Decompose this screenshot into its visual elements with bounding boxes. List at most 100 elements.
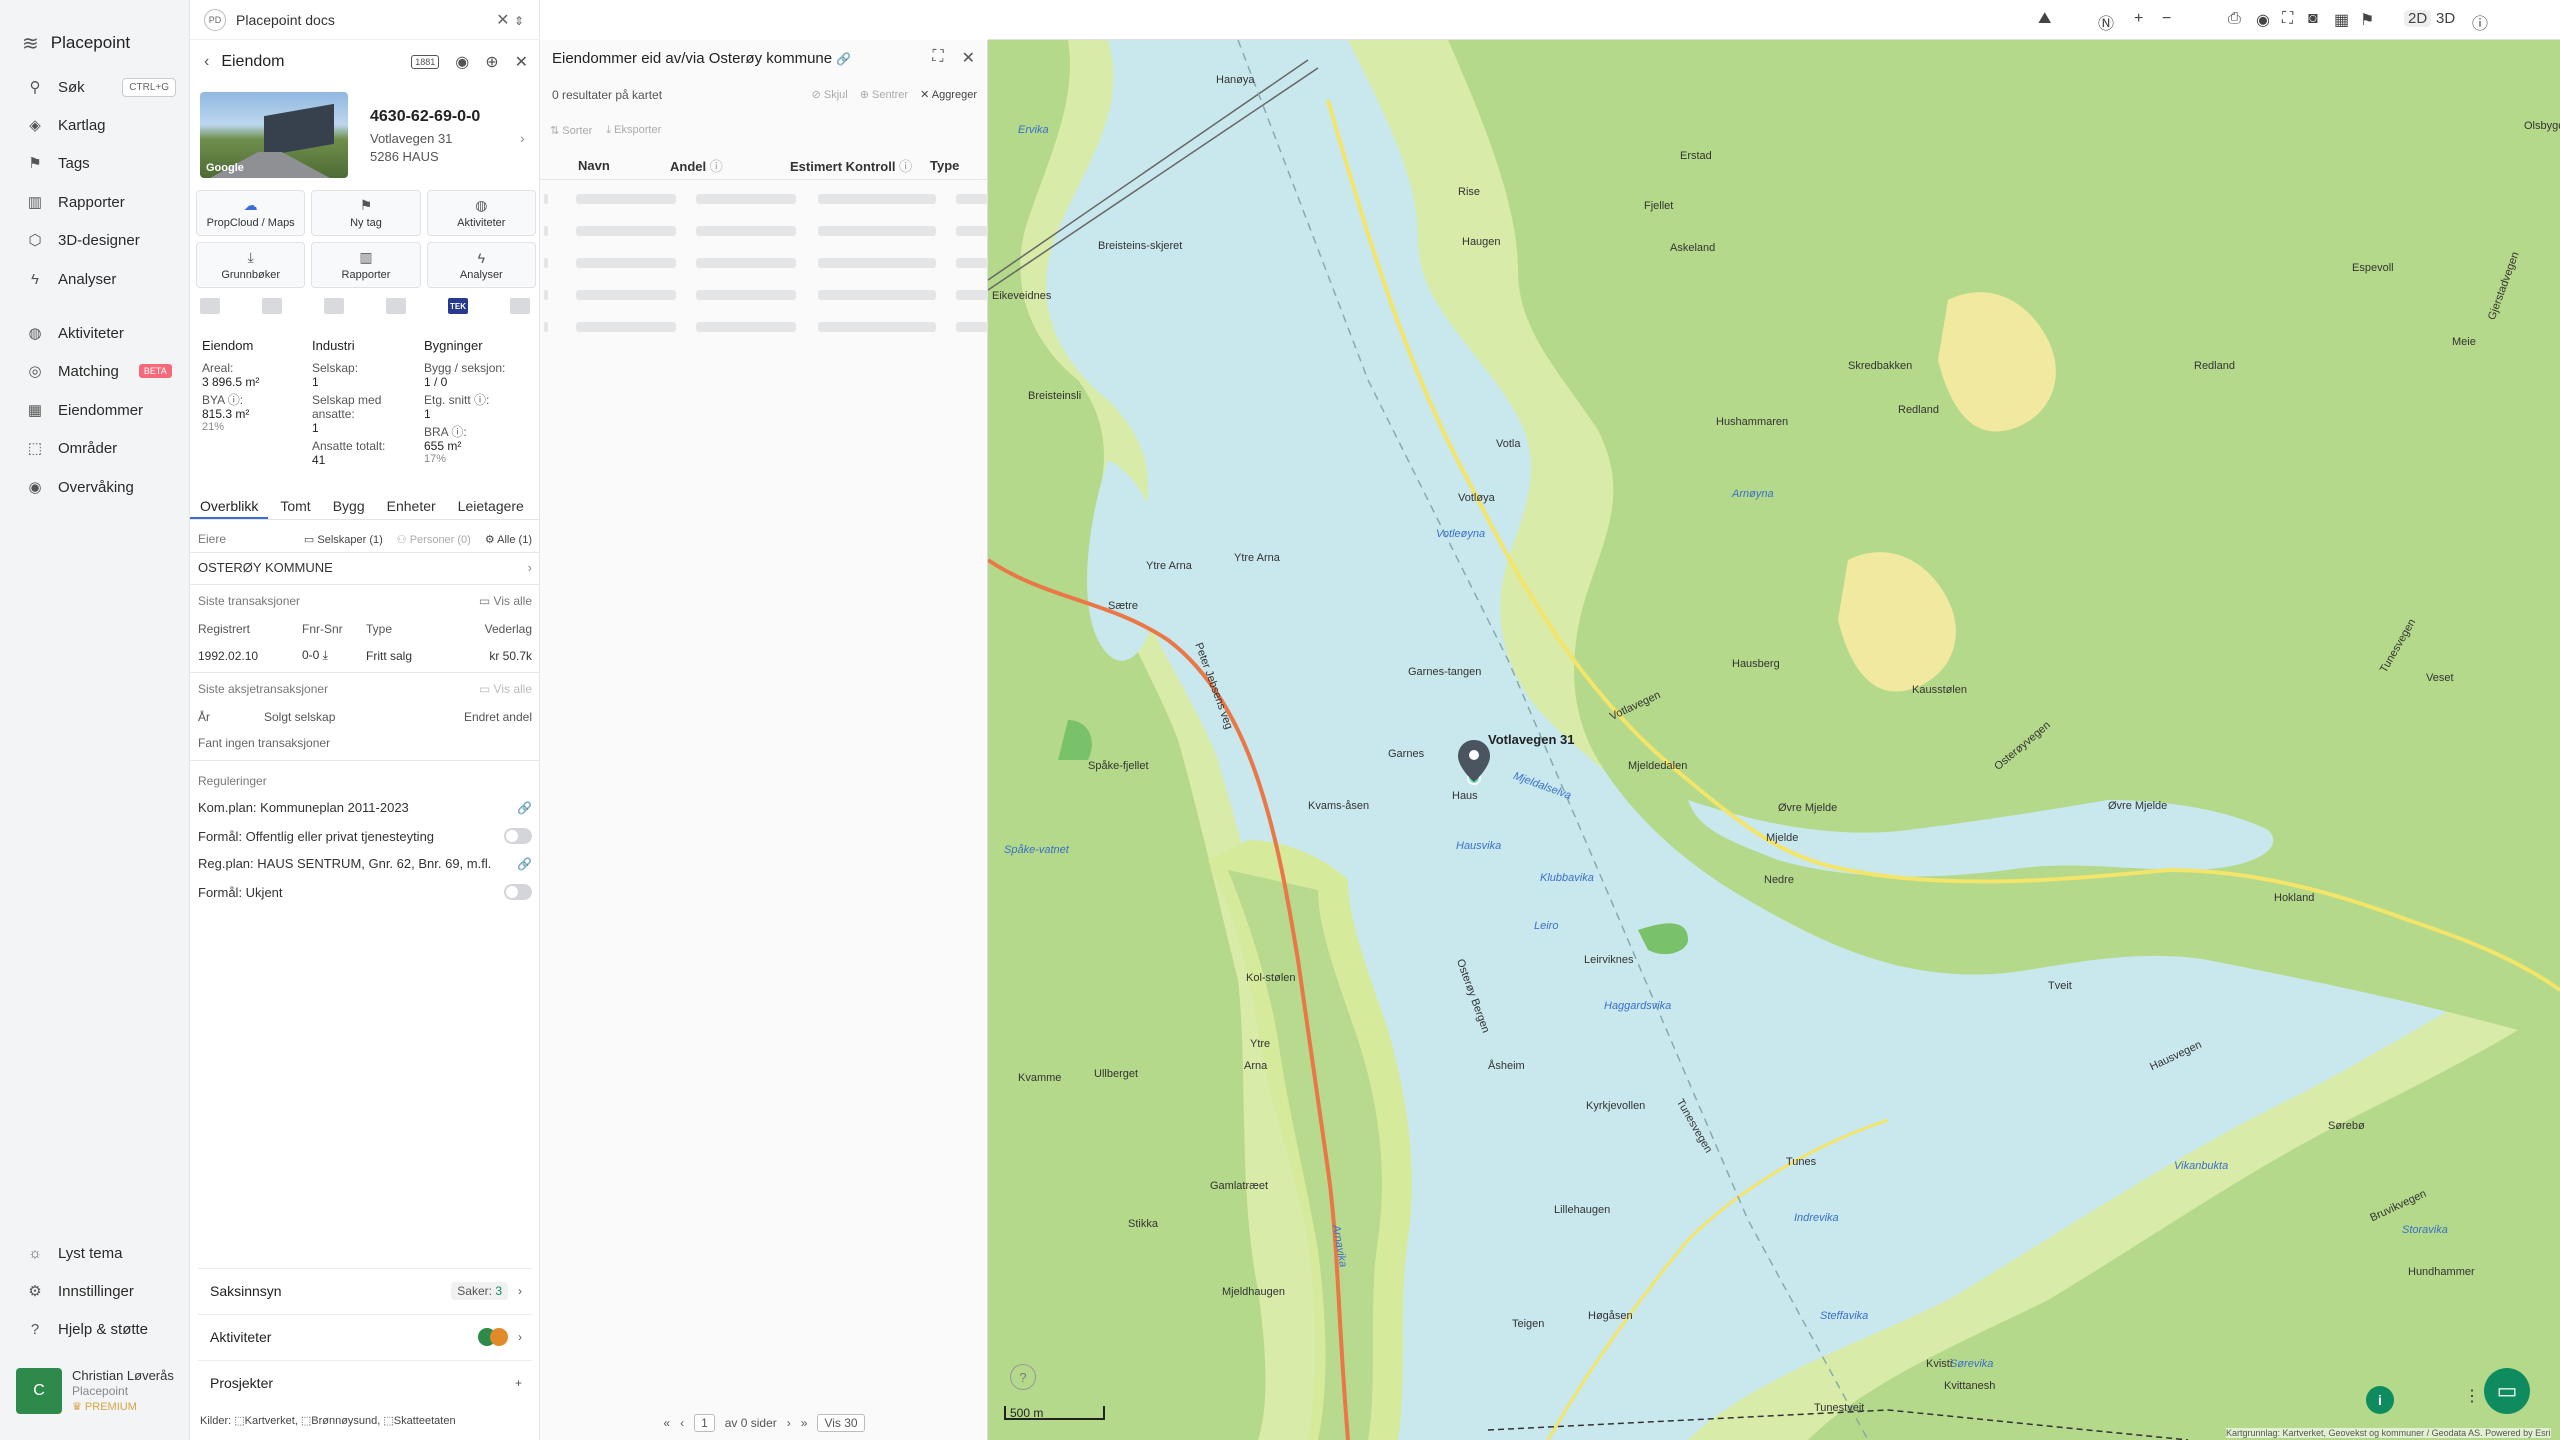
brand[interactable]: ≋ Placepoint [0, 0, 189, 64]
grid-icon[interactable]: ▦ [2334, 10, 2349, 30]
back-icon[interactable]: ‹ [204, 53, 209, 71]
nav-item-overvaking[interactable]: ◉ Overvåking [0, 468, 190, 506]
fullscreen-icon[interactable]: ⛶ [2282, 10, 2293, 28]
source-icon-2[interactable] [262, 298, 282, 314]
link-icon[interactable]: 🔗 [836, 52, 851, 66]
compass-icon[interactable]: Ⓝ [2098, 10, 2114, 34]
print-icon[interactable]: ⎙ [2228, 10, 2241, 28]
download-icon: ⤓ [247, 249, 254, 265]
filter-persons[interactable]: ⚇ Personer (0) [397, 533, 471, 546]
sort-button[interactable]: ⇅ Sorter [550, 124, 592, 137]
view-3d-toggle[interactable]: 3D [2436, 10, 2455, 27]
user-profile[interactable]: C Christian Løverås Placepoint ♛ PREMIUM [16, 1368, 180, 1424]
page-size-select[interactable]: Vis 30 [817, 1414, 865, 1432]
reports-button[interactable]: ▥ Rapporter [311, 242, 421, 288]
projects-section[interactable]: Prosjekter + [198, 1360, 532, 1404]
filter-all[interactable]: ⚙ Alle (1) [485, 533, 532, 546]
nav-item-lyst-tema[interactable]: ☼ Lyst tema [0, 1234, 190, 1272]
column-header[interactable]: Type [918, 158, 988, 173]
close-icon[interactable]: ✕ [962, 48, 975, 68]
view-all-share-tx[interactable]: ▭ Vis alle [479, 682, 532, 696]
eye-icon[interactable]: ◉ [2256, 10, 2270, 30]
propcloud-button[interactable]: ☁ PropCloud / Maps [196, 190, 306, 236]
map-canvas[interactable]: Votlavegen 31 Hanøya Ervika Breisteins-s… [988, 40, 2560, 1440]
tab-overblikk[interactable]: Overblikk [190, 494, 269, 519]
regulation-row[interactable]: Kom.plan: Kommuneplan 2011-2023 🔗 [198, 800, 532, 815]
activities-section[interactable]: Aktiviteter › [198, 1314, 532, 1358]
street-view-thumbnail[interactable]: Google [200, 92, 348, 178]
info-icon[interactable]: ⓘ [2472, 10, 2488, 34]
center-button[interactable]: ⊕ Sentrer [860, 88, 908, 101]
column-header[interactable]: Andel ⓘ [658, 156, 778, 175]
nav-item-tags[interactable]: ⚑ Tags [0, 144, 190, 182]
view-2d-toggle[interactable]: 2D [2404, 10, 2432, 27]
eye-icon[interactable]: ◉ [455, 52, 469, 72]
tek-source-icon[interactable]: TEK [448, 298, 468, 314]
add-icon[interactable]: ⊕ [485, 52, 498, 72]
close-panel-icon[interactable]: ✕ [515, 52, 528, 72]
link-icon[interactable]: 🔗 [517, 857, 532, 871]
add-icon[interactable]: + [515, 1376, 522, 1390]
last-page-icon[interactable]: » [801, 1416, 808, 1430]
tab-bygg[interactable]: Bygg [323, 494, 375, 519]
terrain-icon[interactable]: ⛰ [2038, 10, 2051, 28]
workspace-name[interactable]: Placepoint docs [236, 12, 335, 28]
nav-item-aktiviteter[interactable]: ◍ Aktiviteter [0, 314, 190, 352]
bookmark-icon[interactable]: ⚑ [2360, 10, 2374, 30]
prev-page-icon[interactable]: ‹ [680, 1416, 684, 1430]
source-icon-6[interactable] [510, 298, 530, 314]
hide-button[interactable]: ⊘ Skjul [812, 88, 848, 101]
chevron-updown-icon[interactable]: ⇕ [514, 14, 524, 28]
saksinnsyn-section[interactable]: Saksinnsyn Saker: 3 › [198, 1268, 532, 1312]
source-icon-4[interactable] [386, 298, 406, 314]
transaction-row[interactable]: 1992.02.10 0-0 ⤓ Fritt salg kr 50.7k [198, 648, 532, 663]
target-icon: ◎ [28, 363, 42, 380]
nav-item-analyser[interactable]: ϟ Analyser [0, 260, 190, 298]
nav-item-kartlag[interactable]: ◈ Kartlag [0, 106, 190, 144]
nav-item-matching[interactable]: ◎ Matching BETA [0, 352, 190, 390]
export-button[interactable]: ⤓ Eksporter [606, 124, 661, 137]
column-header[interactable]: Estimert Kontroll ⓘ [778, 156, 918, 175]
owner-row[interactable]: OSTERØY KOMMUNE › [198, 560, 532, 575]
column-header[interactable]: Navn [540, 158, 658, 173]
map-help-icon[interactable]: ? [1010, 1364, 1036, 1390]
grunnboker-button[interactable]: ⤓ Grunnbøker [196, 242, 306, 288]
nav-item-search[interactable]: ⚲ Søk CTRL+G [0, 68, 190, 106]
close-icon[interactable]: ✕ ⇕ [496, 10, 524, 30]
regulation-row[interactable]: Formål: Ukjent [198, 884, 532, 900]
first-page-icon[interactable]: « [663, 1416, 670, 1430]
filter-companies[interactable]: ▭ Selskaper (1) [304, 533, 383, 546]
nav-item-hjelp[interactable]: ? Hjelp & støtte [0, 1310, 190, 1348]
chevron-right-icon[interactable]: › [520, 130, 525, 146]
tab-enheter[interactable]: Enheter [377, 494, 446, 519]
camera-icon[interactable]: ◙ [2308, 10, 2318, 28]
new-tag-button[interactable]: ⚑ Ny tag [311, 190, 421, 236]
nav-item-3d-designer[interactable]: ⬡ 3D-designer [0, 221, 190, 259]
nav-item-eiendommer[interactable]: ▦ Eiendommer [0, 391, 190, 429]
nav-item-rapporter[interactable]: ▥ Rapporter [0, 183, 190, 221]
regulation-row[interactable]: Formål: Offentlig eller privat tjenestey… [198, 828, 532, 844]
source-icon-3[interactable] [324, 298, 344, 314]
purpose-toggle[interactable] [504, 884, 532, 900]
source-1881-pill[interactable]: 1881 [411, 55, 440, 69]
analyses-button[interactable]: ϟ Analyser [426, 242, 536, 288]
activities-button[interactable]: ◍ Aktiviteter [426, 190, 536, 236]
tab-tomt[interactable]: Tomt [270, 494, 320, 519]
link-icon[interactable]: 🔗 [517, 801, 532, 815]
purpose-toggle[interactable] [504, 828, 532, 844]
zoom-in-icon[interactable]: + [2134, 10, 2143, 28]
page-input[interactable]: 1 [694, 1414, 715, 1432]
chat-button[interactable]: ▭ [2484, 1368, 2530, 1414]
expand-icon[interactable]: ⛶ [932, 48, 943, 68]
view-all-transactions[interactable]: ▭ Vis alle [479, 594, 532, 608]
info-button[interactable]: i [2366, 1386, 2394, 1414]
next-page-icon[interactable]: › [787, 1416, 791, 1430]
aggregate-button[interactable]: ✕ Aggreger [920, 88, 977, 101]
skeleton [956, 322, 988, 332]
regulation-row[interactable]: Reg.plan: HAUS SENTRUM, Gnr. 62, Bnr. 69… [198, 856, 532, 871]
nav-item-omrader[interactable]: ⬚ Områder [0, 429, 190, 467]
nav-item-innstillinger[interactable]: ⚙ Innstillinger [0, 1272, 190, 1310]
zoom-out-icon[interactable]: − [2162, 10, 2171, 28]
source-icon-1[interactable] [200, 298, 220, 314]
tab-leietagere[interactable]: Leietagere [448, 494, 534, 519]
